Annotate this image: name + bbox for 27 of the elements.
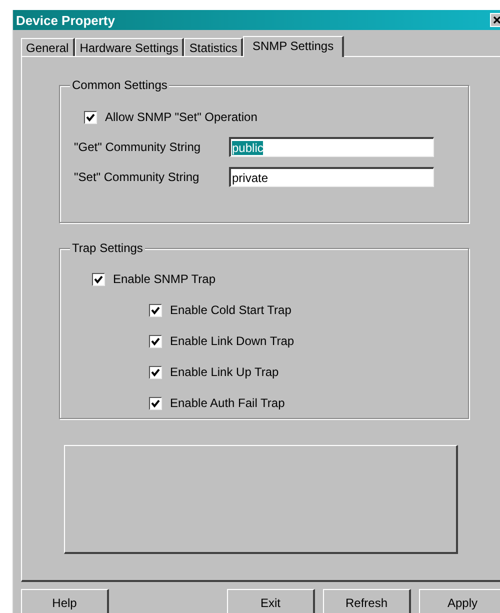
dialog-button[interactable]: Apply <box>419 589 500 613</box>
checkbox[interactable] <box>92 272 105 286</box>
checkbox[interactable] <box>149 334 162 348</box>
group-title: Common Settings <box>70 78 170 92</box>
checkbox[interactable] <box>84 110 97 124</box>
checkbox[interactable] <box>149 396 162 410</box>
dialog-button[interactable]: Refresh <box>323 589 411 613</box>
group-title: Trap Settings <box>70 241 145 255</box>
checkbox-label: Allow SNMP "Set" Operation <box>105 110 258 124</box>
checkbox[interactable] <box>149 366 162 378</box>
checkbox-label: Enable Auth Fail Trap <box>170 396 285 410</box>
checkbox-label: Enable SNMP Trap <box>113 272 216 286</box>
input-field[interactable]: public <box>229 137 434 157</box>
tab[interactable]: SNMP Settings <box>243 36 344 57</box>
field-label: "Get" Community String <box>74 140 202 154</box>
checkbox[interactable] <box>149 304 162 316</box>
dialog-button[interactable]: Exit <box>227 589 315 613</box>
checkbox-label: Enable Cold Start Trap <box>170 303 292 317</box>
close-icon[interactable] <box>490 13 500 27</box>
field-label: "Set" Community String <box>74 170 200 184</box>
tab[interactable]: Hardware Settings <box>74 38 184 56</box>
input-field[interactable]: private <box>229 167 434 187</box>
checkbox-label: Enable Link Up Trap <box>170 365 279 379</box>
window-title: Device Property <box>16 12 116 28</box>
dialog-button[interactable]: Help <box>21 589 109 613</box>
checkbox-label: Enable Link Down Trap <box>170 334 294 348</box>
tab[interactable]: General <box>21 38 75 56</box>
